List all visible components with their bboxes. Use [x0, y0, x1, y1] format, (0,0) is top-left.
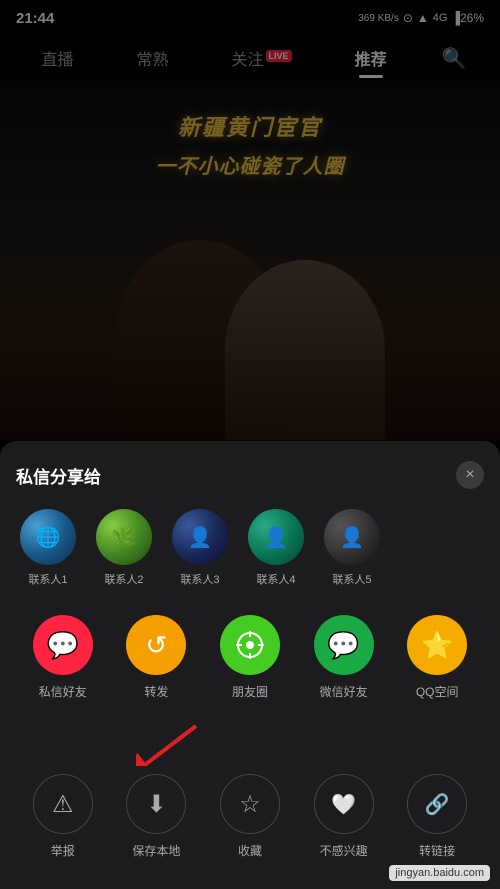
report-icon: ⚠ [33, 774, 93, 834]
action-save[interactable]: ⬇ 保存本地 [126, 774, 186, 859]
moments-label: 朋友圈 [232, 683, 268, 700]
action-private-message[interactable]: 💬 私信好友 [33, 615, 93, 700]
wechat-icon: 💬 [314, 615, 374, 675]
share-sheet: 私信分享给 × 🌐 联系人1 🌿 联系人2 👤 联系人3 👤 联系人4 [0, 441, 500, 889]
action-link[interactable]: 🔗 转链接 [407, 774, 467, 859]
close-button[interactable]: × [456, 461, 484, 489]
contacts-row: 🌐 联系人1 🌿 联系人2 👤 联系人3 👤 联系人4 👤 [16, 509, 484, 591]
moments-svg [234, 629, 266, 661]
link-label: 转链接 [419, 842, 455, 859]
share-header: 私信分享给 × [16, 461, 484, 489]
watermark-text: jingyan.baidu.com [389, 865, 490, 881]
private-message-label: 私信好友 [39, 683, 87, 700]
not-interested-icon: 🤍 [314, 774, 374, 834]
contact-avatar-1: 🌐 [20, 509, 76, 565]
wechat-label: 微信好友 [320, 683, 368, 700]
arrow-area [16, 716, 484, 766]
repost-icon: ↺ [126, 615, 186, 675]
save-label: 保存本地 [132, 842, 180, 859]
action-wechat[interactable]: 💬 微信好友 [314, 615, 374, 700]
contact-item-4[interactable]: 👤 联系人4 [244, 509, 308, 587]
contact-avatar-5: 👤 [324, 509, 380, 565]
contact-avatar-2: 🌿 [96, 509, 152, 565]
action-collect[interactable]: ☆ 收藏 [220, 774, 280, 859]
contact-avatar-4: 👤 [248, 509, 304, 565]
contact-name-2: 联系人2 [104, 571, 143, 587]
action-report[interactable]: ⚠ 举报 [33, 774, 93, 859]
avatar-green-icon: 🌿 [96, 509, 152, 565]
action-not-interested[interactable]: 🤍 不感兴趣 [314, 774, 374, 859]
share-title: 私信分享给 [16, 463, 101, 488]
watermark: jingyan.baidu.com [389, 865, 490, 881]
not-interested-label: 不感兴趣 [320, 842, 368, 859]
action-moments[interactable]: 朋友圈 [220, 615, 280, 700]
link-icon: 🔗 [407, 774, 467, 834]
actions-row-1: 💬 私信好友 ↺ 转发 朋友圈 [16, 615, 484, 700]
moments-icon [220, 615, 280, 675]
contact-name-3: 联系人3 [180, 571, 219, 587]
contact-item-1[interactable]: 🌐 联系人1 [16, 509, 80, 587]
contact-name-5: 联系人5 [332, 571, 371, 587]
actions-row-2: ⚠ 举报 ⬇ 保存本地 ☆ 收藏 🤍 不感兴趣 🔗 转链接 [16, 774, 484, 859]
collect-icon: ☆ [220, 774, 280, 834]
qq-space-label: QQ空间 [416, 683, 459, 700]
avatar-darkblue-icon: 👤 [172, 509, 228, 565]
avatar-teal-icon: 👤 [248, 509, 304, 565]
avatar-globe-icon: 🌐 [20, 509, 76, 565]
avatar-dark-icon: 👤 [324, 509, 380, 565]
contact-name-1: 联系人1 [28, 571, 67, 587]
contact-item-3[interactable]: 👤 联系人3 [168, 509, 232, 587]
contact-item-2[interactable]: 🌿 联系人2 [92, 509, 156, 587]
private-message-icon: 💬 [33, 615, 93, 675]
qq-space-icon: ⭐ [407, 615, 467, 675]
action-qq-space[interactable]: ⭐ QQ空间 [407, 615, 467, 700]
action-repost[interactable]: ↺ 转发 [126, 615, 186, 700]
contact-name-4: 联系人4 [256, 571, 295, 587]
contact-item-5[interactable]: 👤 联系人5 [320, 509, 384, 587]
collect-label: 收藏 [238, 842, 262, 859]
repost-label: 转发 [144, 683, 168, 700]
report-label: 举报 [51, 842, 75, 859]
red-arrow [136, 716, 216, 766]
save-icon: ⬇ [126, 774, 186, 834]
contact-avatar-3: 👤 [172, 509, 228, 565]
